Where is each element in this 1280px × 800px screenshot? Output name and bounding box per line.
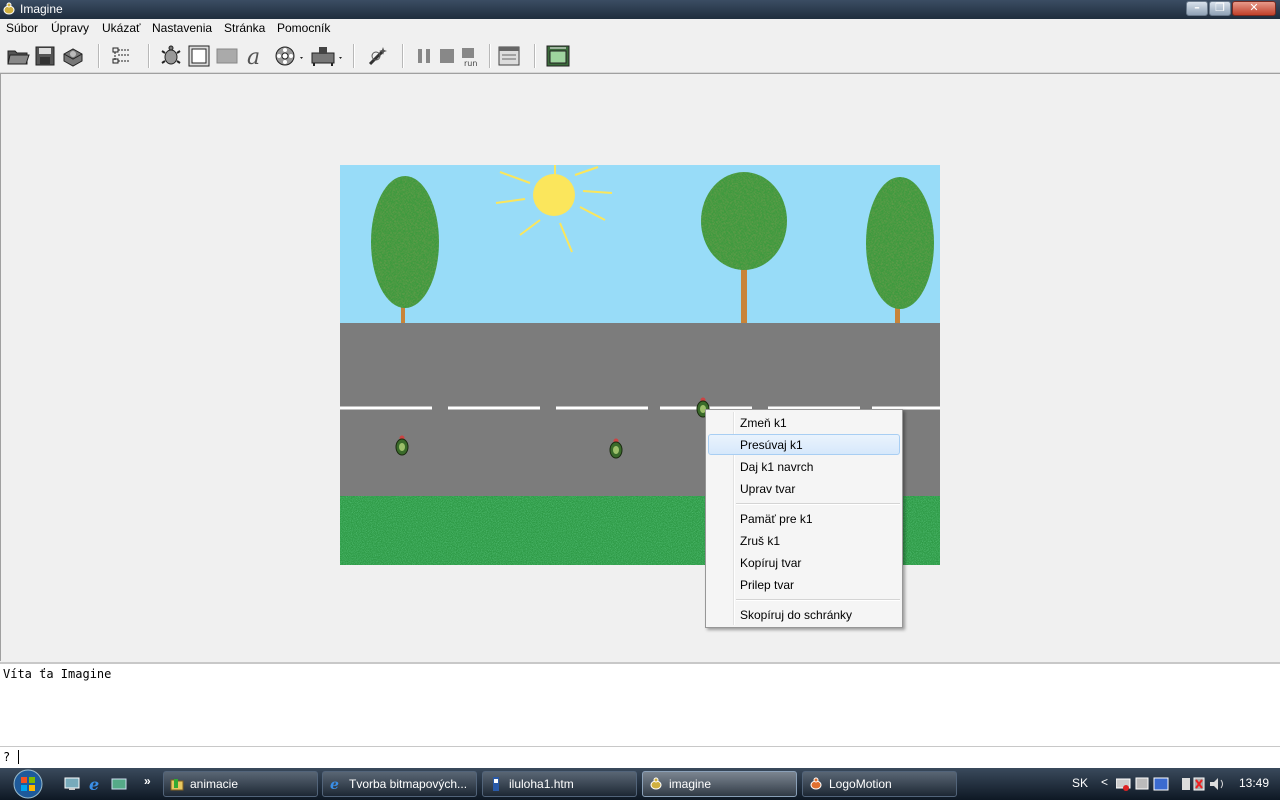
task-imagine[interactable]: imagine bbox=[642, 771, 797, 797]
internet-explorer-icon[interactable]: e bbox=[88, 776, 104, 792]
imagine-app-icon bbox=[3, 2, 15, 15]
close-icon: ✕ bbox=[1249, 1, 1259, 14]
menu-item-kopiruj-tvar[interactable]: Kopíruj tvar bbox=[708, 552, 900, 573]
window-title: Imagine bbox=[20, 2, 63, 16]
menu-item-daj-navrch[interactable]: Daj k1 navrch bbox=[708, 456, 900, 477]
title-bar: Imagine – ❐ ✕ bbox=[0, 0, 1280, 19]
menu-item-zmen[interactable]: Zmeň k1 bbox=[708, 412, 900, 433]
page-view-icon[interactable] bbox=[546, 45, 570, 67]
output-text: Víta ťa Imagine bbox=[3, 667, 112, 681]
menu-item-pamat[interactable]: Pamäť pre k1 bbox=[708, 508, 900, 529]
menu-item-zrus[interactable]: Zruš k1 bbox=[708, 530, 900, 551]
toolbar-separator bbox=[534, 44, 536, 68]
tree-view-icon[interactable] bbox=[110, 45, 134, 67]
menu-subor[interactable]: Súbor bbox=[6, 21, 38, 35]
menu-item-label: Zruš k1 bbox=[740, 534, 781, 548]
minimize-button[interactable]: – bbox=[1186, 1, 1208, 16]
start-orb-icon[interactable] bbox=[6, 769, 50, 799]
task-label: Tvorba bitmapových... bbox=[349, 777, 468, 791]
magic-wand-icon[interactable] bbox=[366, 45, 390, 67]
text-icon[interactable]: a bbox=[243, 45, 267, 67]
restore-icon: ❐ bbox=[1215, 1, 1225, 14]
menu-item-label: Kopíruj tvar bbox=[740, 556, 802, 570]
menu-ukazat[interactable]: Ukázať bbox=[102, 21, 141, 35]
menu-separator bbox=[736, 503, 900, 505]
toolbar-separator bbox=[98, 44, 100, 68]
taskbar: e » animacie e Tvorba bitmapových... ilu… bbox=[0, 768, 1280, 800]
restore-button[interactable]: ❐ bbox=[1209, 1, 1231, 16]
svg-text:run: run bbox=[464, 59, 477, 67]
folder-icon bbox=[170, 779, 184, 791]
svg-text:e: e bbox=[330, 777, 339, 791]
command-prompt: ? bbox=[3, 750, 11, 764]
task-label: LogoMotion bbox=[829, 777, 892, 791]
print-icon[interactable] bbox=[61, 45, 85, 67]
toolbar: a run bbox=[0, 40, 1280, 73]
output-pane[interactable]: Víta ťa Imagine bbox=[0, 662, 1280, 746]
clock[interactable]: 13:49 bbox=[1239, 776, 1269, 790]
menu-item-label: Daj k1 navrch bbox=[740, 460, 814, 474]
toolbar-separator bbox=[402, 44, 404, 68]
joystick-icon[interactable] bbox=[309, 45, 345, 67]
logomotion-app-icon bbox=[810, 777, 822, 790]
open-folder-icon[interactable] bbox=[6, 45, 30, 67]
quicklaunch-more[interactable]: » bbox=[144, 774, 151, 788]
run-icon[interactable]: run bbox=[458, 45, 482, 67]
task-tvorba-bitmapovych[interactable]: e Tvorba bitmapových... bbox=[322, 771, 477, 797]
svg-text:e: e bbox=[89, 776, 99, 792]
save-icon[interactable] bbox=[33, 45, 57, 67]
switch-windows-icon[interactable] bbox=[111, 777, 127, 791]
menu-item-label: Presúvaj k1 bbox=[740, 438, 803, 452]
system-tray-icons[interactable] bbox=[1182, 776, 1232, 792]
svg-text:a: a bbox=[247, 45, 260, 67]
menu-item-skopiruj-schranky[interactable]: Skopíruj do schránky bbox=[708, 604, 900, 625]
show-desktop-icon[interactable] bbox=[64, 777, 80, 791]
menu-item-label: Skopíruj do schránky bbox=[740, 608, 853, 622]
toolbar-separator bbox=[489, 44, 491, 68]
close-button[interactable]: ✕ bbox=[1232, 1, 1276, 16]
minimize-icon: – bbox=[1194, 1, 1200, 14]
internet-explorer-icon: e bbox=[330, 777, 339, 791]
menu-item-label: Uprav tvar bbox=[740, 482, 796, 496]
pause-icon[interactable] bbox=[412, 45, 436, 67]
command-line[interactable]: ? bbox=[0, 746, 1280, 768]
menu-separator bbox=[736, 599, 900, 601]
toolbar-separator bbox=[148, 44, 150, 68]
tray-icons[interactable] bbox=[1116, 776, 1176, 792]
stop-icon[interactable] bbox=[435, 45, 459, 67]
menu-item-prilep-tvar[interactable]: Prilep tvar bbox=[708, 574, 900, 595]
task-label: imagine bbox=[669, 777, 712, 791]
turtle-icon[interactable] bbox=[159, 45, 183, 67]
menu-nastavenia[interactable]: Nastavenia bbox=[152, 21, 212, 35]
menu-pomocnik[interactable]: Pomocník bbox=[277, 21, 330, 35]
task-label: iluloha1.htm bbox=[509, 777, 574, 791]
rectangle-icon[interactable] bbox=[215, 45, 239, 67]
menu-item-label: Pamäť pre k1 bbox=[740, 512, 813, 526]
frame-icon[interactable] bbox=[187, 45, 211, 67]
menu-bar: Súbor Úpravy Ukázať Nastavenia Stránka P… bbox=[0, 19, 1280, 39]
menu-stranka[interactable]: Stránka bbox=[224, 21, 265, 35]
task-logomotion[interactable]: LogoMotion bbox=[802, 771, 957, 797]
toolbar-separator bbox=[353, 44, 355, 68]
menu-item-presuvaj[interactable]: Presúvaj k1 bbox=[708, 434, 900, 455]
menu-item-label: Prilep tvar bbox=[740, 578, 795, 592]
media-player-icon[interactable] bbox=[272, 45, 306, 67]
html-file-icon bbox=[493, 777, 499, 791]
context-menu: Zmeň k1 Presúvaj k1 Daj k1 navrch Uprav … bbox=[705, 409, 903, 628]
task-iluloha1[interactable]: iluloha1.htm bbox=[482, 771, 637, 797]
imagine-app-icon bbox=[650, 777, 662, 790]
task-animacie[interactable]: animacie bbox=[163, 771, 318, 797]
tray-expand-icon[interactable]: < bbox=[1101, 775, 1108, 789]
menu-item-label: Zmeň k1 bbox=[740, 416, 787, 430]
menu-upravy[interactable]: Úpravy bbox=[51, 21, 89, 35]
window-icon[interactable] bbox=[497, 45, 521, 67]
menu-item-uprav-tvar[interactable]: Uprav tvar bbox=[708, 478, 900, 499]
text-caret bbox=[18, 750, 19, 764]
task-label: animacie bbox=[190, 777, 239, 791]
language-indicator[interactable]: SK bbox=[1072, 776, 1088, 790]
